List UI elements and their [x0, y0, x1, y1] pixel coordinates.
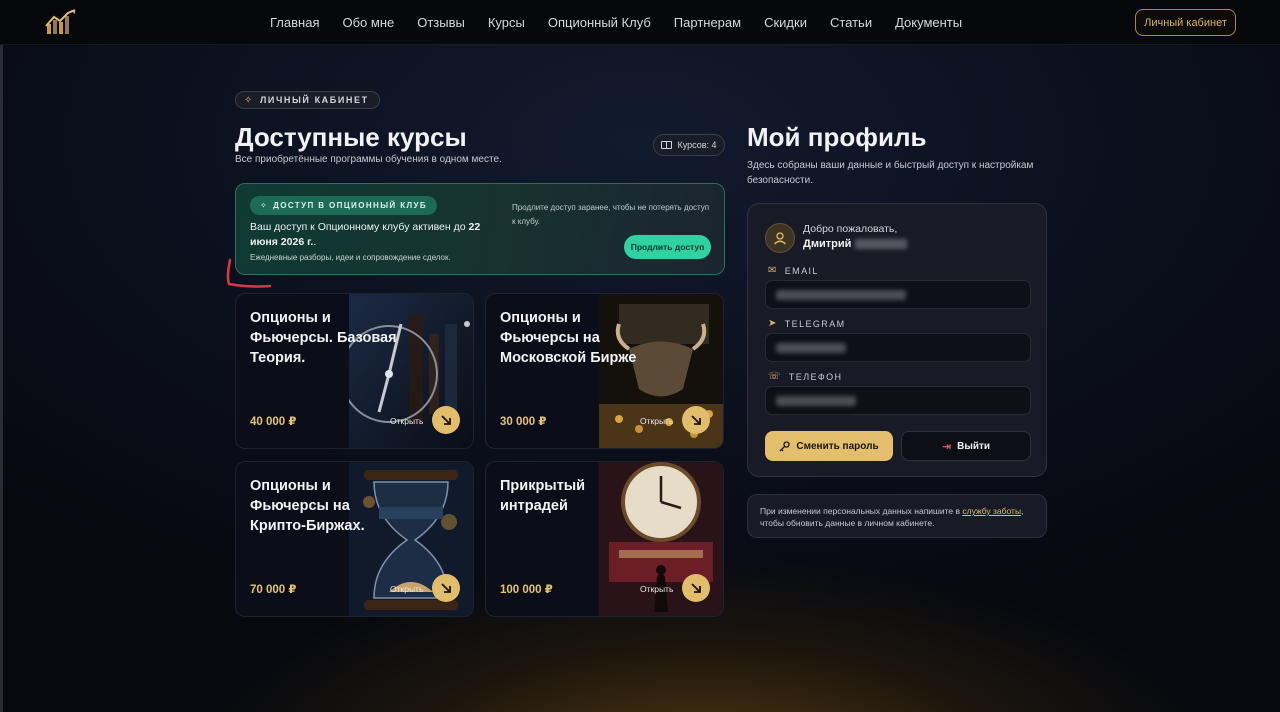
telegram-field[interactable] [765, 333, 1031, 362]
open-course-button[interactable] [432, 406, 460, 434]
email-label: ✉ EMAIL [768, 265, 819, 276]
book-icon [661, 141, 673, 149]
logo-chart-icon[interactable] [44, 8, 78, 36]
phone-label-text: ТЕЛЕФОН [788, 371, 843, 382]
nav-courses[interactable]: Курсы [488, 15, 525, 30]
club-badge-label: ДОСТУП В ОПЦИОННЫЙ КЛУБ [273, 201, 428, 210]
open-course-button[interactable] [432, 574, 460, 602]
welcome-text: Добро пожаловать, [803, 223, 898, 235]
course-price: 70 000 ₽ [250, 584, 297, 596]
course-open-label[interactable]: Открыть [390, 416, 423, 426]
course-card[interactable]: Опционы и Фьючерсы. Базовая Теория. 40 0… [235, 293, 474, 449]
nav-about[interactable]: Обо мне [342, 15, 394, 30]
send-icon: ➤ [768, 318, 778, 329]
key-icon [779, 440, 791, 451]
course-title: Опционы и Фьючерсы на Московской Бирже [500, 310, 637, 366]
club-text-prefix: Ваш доступ к Опционному клубу активен до [250, 221, 469, 233]
support-notice: При изменении персональных данных напиши… [747, 494, 1047, 538]
email-field[interactable] [765, 280, 1031, 309]
courses-subtitle: Все приобретённые программы обучения в о… [235, 154, 502, 165]
option-club-banner: ✧ ДОСТУП В ОПЦИОННЫЙ КЛУБ Ваш доступ к О… [235, 183, 725, 275]
telegram-label-text: TELEGRAM [784, 318, 846, 329]
profile-title: Мой профиль [747, 122, 927, 152]
course-card[interactable]: Прикрытый интрадей 100 000 ₽ Открыть [485, 461, 724, 617]
phone-field[interactable] [765, 386, 1031, 415]
course-open-label[interactable]: Открыть [390, 584, 423, 594]
change-password-button[interactable]: Сменить пароль [765, 431, 893, 461]
sparkle-icon: ✧ [244, 94, 254, 106]
phone-icon: ☏ [768, 371, 782, 382]
mail-icon: ✉ [768, 265, 778, 276]
course-price: 30 000 ₽ [500, 416, 547, 428]
course-price: 40 000 ₽ [250, 416, 297, 428]
nav-partners[interactable]: Партнерам [674, 15, 741, 30]
redacted-email [776, 290, 906, 300]
course-card[interactable]: Опционы и Фьючерсы на Крипто-Биржах. 70 … [235, 461, 474, 617]
nav-discounts[interactable]: Скидки [764, 15, 807, 30]
user-icon [774, 232, 786, 245]
course-price: 100 000 ₽ [500, 584, 553, 596]
profile-subtitle: Здесь собраны ваши данные и быстрый дост… [747, 160, 1034, 186]
arrow-down-right-icon [441, 415, 451, 425]
cabinet-badge-label: ЛИЧНЫЙ КАБИНЕТ [259, 95, 369, 105]
user-first-name: Дмитрий [803, 238, 852, 250]
user-name: Дмитрий [803, 238, 908, 250]
nav-articles[interactable]: Статьи [830, 15, 872, 30]
renew-access-button[interactable]: Продлить доступ [624, 235, 711, 259]
change-password-label: Сменить пароль [796, 440, 879, 452]
phone-label: ☏ ТЕЛЕФОН [768, 371, 842, 382]
telegram-label: ➤ TELEGRAM [768, 318, 846, 329]
email-label-text: EMAIL [784, 265, 819, 276]
support-link[interactable]: службу заботы [962, 506, 1021, 516]
sparkle-icon: ✧ [260, 201, 269, 210]
redacted-telegram [776, 343, 846, 353]
course-title: Прикрытый интрадей [500, 478, 586, 514]
logout-icon: ⇥ [941, 440, 952, 453]
course-open-label[interactable]: Открыть [640, 584, 673, 594]
courses-count-badge: Курсов: 4 [653, 134, 725, 156]
profile-card: Добро пожаловать, Дмитрий ✉ EMAIL ➤ TELE… [747, 203, 1047, 477]
personal-cabinet-button[interactable]: Личный кабинет [1135, 9, 1236, 36]
notice-prefix: При изменении персональных данных напиши… [760, 506, 963, 516]
course-card[interactable]: Опционы и Фьючерсы на Московской Бирже 3… [485, 293, 724, 449]
open-course-button[interactable] [682, 574, 710, 602]
redacted-phone [776, 396, 856, 406]
nav-reviews[interactable]: Отзывы [417, 15, 465, 30]
courses-title: Доступные курсы [235, 122, 467, 152]
club-description: Ежедневные разборы, идеи и сопровождение… [250, 253, 451, 262]
course-title: Опционы и Фьючерсы. Базовая Теория. [250, 310, 397, 366]
club-renew-note: Продлите доступ заранее, чтобы не потеря… [512, 203, 710, 226]
redacted-surname [855, 239, 908, 250]
nav-option-club[interactable]: Опционный Клуб [548, 15, 651, 30]
window-edge [0, 0, 3, 712]
course-open-label[interactable]: Открыть [640, 416, 673, 426]
club-text-suffix: . [313, 236, 317, 248]
open-course-button[interactable] [682, 406, 710, 434]
logout-label: Выйти [957, 440, 991, 452]
club-badge: ✧ ДОСТУП В ОПЦИОННЫЙ КЛУБ [250, 196, 438, 215]
cabinet-badge: ✧ ЛИЧНЫЙ КАБИНЕТ [235, 91, 380, 109]
avatar [765, 223, 795, 253]
arrow-down-right-icon [691, 415, 701, 425]
nav-home[interactable]: Главная [270, 15, 319, 30]
arrow-down-right-icon [441, 583, 451, 593]
arrow-down-right-icon [691, 583, 701, 593]
nav-documents[interactable]: Документы [895, 15, 962, 30]
club-access-text: Ваш доступ к Опционному клубу активен до… [250, 220, 510, 250]
top-navbar: Главная Обо мне Отзывы Курсы Опционный К… [0, 0, 1280, 45]
course-title: Опционы и Фьючерсы на Крипто-Биржах. [250, 478, 365, 534]
red-annotation-mark [226, 258, 272, 288]
main-nav: Главная Обо мне Отзывы Курсы Опционный К… [270, 0, 985, 45]
logout-button[interactable]: ⇥ Выйти [901, 431, 1031, 461]
courses-count-label: Курсов: 4 [677, 140, 717, 150]
